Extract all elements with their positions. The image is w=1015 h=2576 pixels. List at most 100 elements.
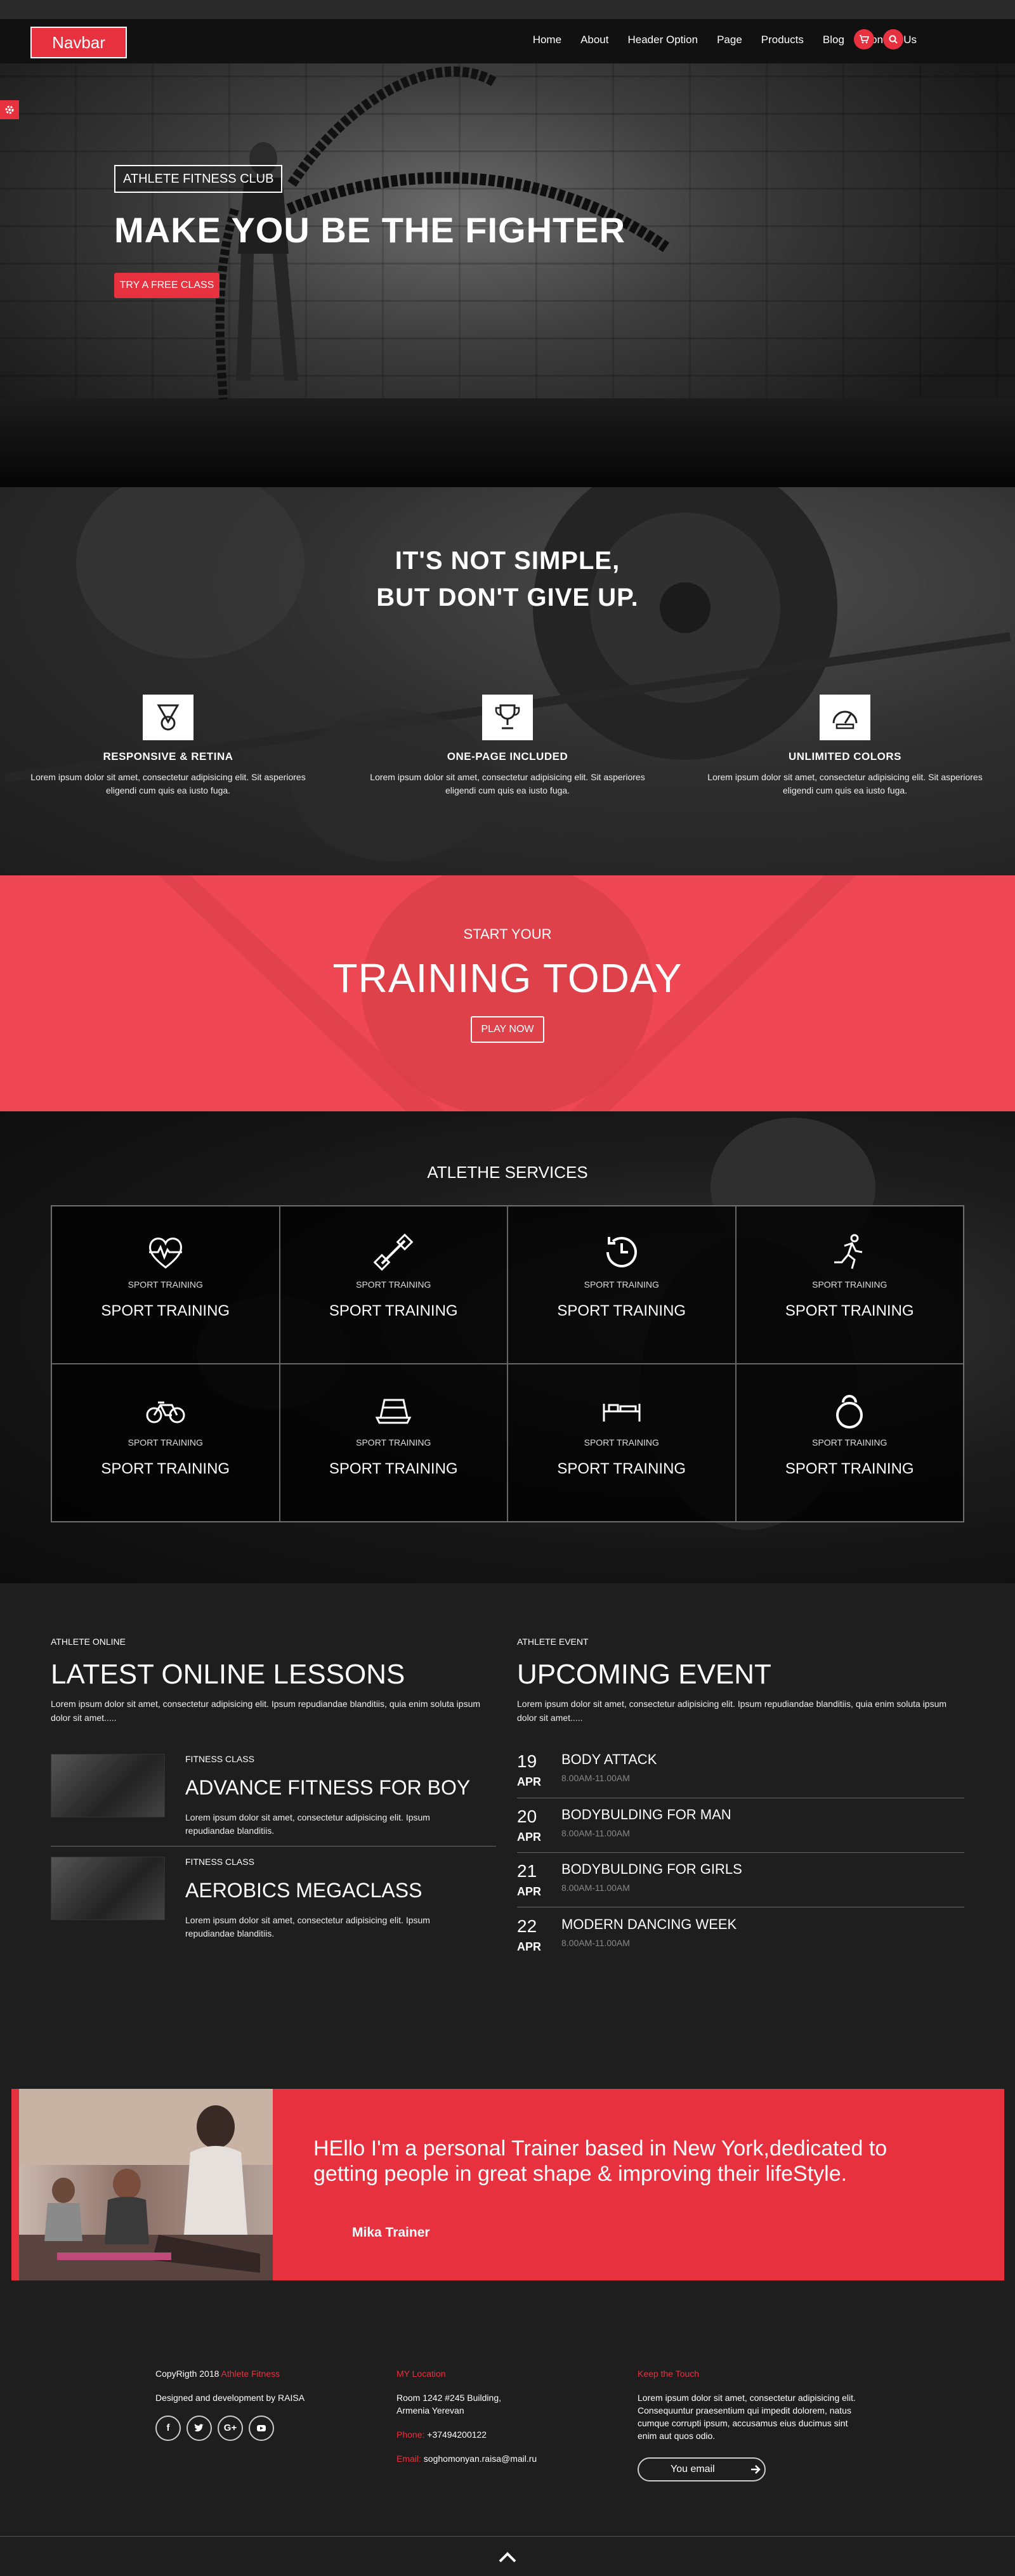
clock-24h-icon: [606, 1236, 637, 1267]
motivation-title-line1: IT'S NOT SIMPLE,: [395, 547, 620, 575]
service-card[interactable]: SPORT TRAINING SPORT TRAINING: [508, 1364, 736, 1522]
service-card[interactable]: SPORT TRAINING SPORT TRAINING: [51, 1206, 280, 1364]
event-item[interactable]: 19 APR BODY ATTACK 8.00AM-11.00AM: [517, 1741, 964, 1796]
lessons-label: ATHLETE ONLINE: [51, 1637, 126, 1647]
services-grid: SPORT TRAINING SPORT TRAINING SPORT TRAI…: [51, 1205, 964, 1522]
event-title[interactable]: BODY ATTACK: [561, 1751, 657, 1768]
page: Navbar Home About Header Option Page Pro…: [0, 0, 1015, 2576]
event-month: APR: [517, 1775, 542, 1788]
cart-icon: [860, 35, 869, 44]
service-card[interactable]: SPORT TRAINING SPORT TRAINING: [51, 1364, 280, 1522]
email-label: Email:: [396, 2454, 421, 2464]
event-time: 8.00AM-11.00AM: [561, 1828, 630, 1838]
cart-button[interactable]: [854, 29, 874, 49]
social-links: f G+: [155, 2416, 346, 2441]
footer-touch-column: Keep the Touch Lorem ipsum dolor sit ame…: [638, 2367, 866, 2442]
event-day: 21: [517, 1861, 537, 1881]
service-title: SPORT TRAINING: [101, 1302, 230, 1319]
lesson-category: FITNESS CLASS: [185, 1754, 254, 1764]
search-button[interactable]: [883, 29, 903, 49]
footer-developer: Designed and development by RAISA: [155, 2393, 305, 2403]
lesson-description: Lorem ipsum dolor sit amet, consectetur …: [185, 1812, 430, 1836]
feature-text: Lorem ipsum dolor sit amet, consectetur …: [30, 772, 306, 795]
phone-label: Phone:: [396, 2429, 425, 2440]
nav-blog[interactable]: Blog: [823, 34, 844, 46]
service-title: SPORT TRAINING: [785, 1460, 914, 1477]
copyright-brand[interactable]: Athlete Fitness: [221, 2369, 280, 2379]
events-description: Lorem ipsum dolor sit amet, consectetur …: [517, 1699, 947, 1723]
newsletter-email-input[interactable]: You email: [638, 2457, 766, 2481]
service-subtitle: SPORT TRAINING: [128, 1279, 203, 1290]
footer-phone: Phone: +37494200122: [396, 2428, 561, 2441]
cta-subtitle: START YOUR: [463, 926, 552, 942]
event-day: 20: [517, 1807, 537, 1826]
service-title: SPORT TRAINING: [557, 1302, 686, 1319]
event-item[interactable]: 20 APR BODYBULDING FOR MAN 8.00AM-11.00A…: [517, 1796, 964, 1851]
heartbeat-icon: [148, 1238, 182, 1269]
phone-number[interactable]: +37494200122: [427, 2429, 487, 2440]
hero-label: ATHLETE FITNESS CLUB: [114, 165, 283, 193]
nav-page[interactable]: Page: [717, 34, 742, 46]
brand-logo[interactable]: Navbar: [30, 27, 127, 58]
gear-icon: [5, 105, 14, 114]
feature-one-page: ONE-PAGE INCLUDED Lorem ipsum dolor sit …: [355, 695, 660, 797]
service-subtitle: SPORT TRAINING: [128, 1437, 203, 1448]
event-day: 19: [517, 1751, 537, 1771]
service-card[interactable]: SPORT TRAINING SPORT TRAINING: [508, 1206, 736, 1364]
event-title[interactable]: MODERN DANCING WEEK: [561, 1916, 737, 1933]
motivation-title-line2: BUT DON'T GIVE UP.: [376, 584, 639, 611]
event-item[interactable]: 22 APR MODERN DANCING WEEK 8.00AM-11.00A…: [517, 1906, 964, 1961]
play-now-button[interactable]: PLAY NOW: [471, 1016, 544, 1043]
trophy-icon: [495, 704, 520, 729]
service-title: SPORT TRAINING: [329, 1460, 458, 1477]
event-time: 8.00AM-11.00AM: [561, 1938, 630, 1948]
lesson-thumbnail[interactable]: [51, 1754, 165, 1817]
youtube-icon[interactable]: [249, 2416, 274, 2441]
nav-header-option[interactable]: Header Option: [628, 34, 698, 46]
speedometer-icon: [832, 710, 858, 729]
service-card[interactable]: SPORT TRAINING SPORT TRAINING: [735, 1206, 964, 1364]
address-line1: Room 1242 #245 Building,: [396, 2393, 502, 2403]
event-title[interactable]: BODYBULDING FOR MAN: [561, 1807, 731, 1823]
bench-icon: [603, 1404, 641, 1422]
feature-icon-box: [820, 695, 870, 740]
event-item[interactable]: 21 APR BODYBULDING FOR GIRLS 8.00AM-11.0…: [517, 1851, 964, 1906]
footer-divider: [0, 2536, 1015, 2537]
event-title[interactable]: BODYBULDING FOR GIRLS: [561, 1861, 742, 1878]
feature-icon-box: [143, 695, 193, 740]
nav-about[interactable]: About: [580, 34, 608, 46]
header: Navbar Home About Header Option Page Pro…: [0, 0, 1015, 63]
feature-title: RESPONSIVE & RETINA: [103, 750, 233, 762]
settings-toggle[interactable]: [0, 100, 19, 119]
service-card[interactable]: SPORT TRAINING SPORT TRAINING: [735, 1364, 964, 1522]
lesson-title[interactable]: AEROBICS MEGACLASS: [185, 1879, 422, 1902]
google-plus-icon[interactable]: G+: [218, 2416, 243, 2441]
nav-home[interactable]: Home: [533, 34, 561, 46]
medal-icon: [157, 704, 180, 731]
twitter-icon[interactable]: [187, 2416, 212, 2441]
event-month: APR: [517, 1831, 542, 1843]
service-card[interactable]: SPORT TRAINING SPORT TRAINING: [279, 1206, 508, 1364]
service-subtitle: SPORT TRAINING: [356, 1437, 431, 1448]
footer-copyright: CopyRigth 2018 Athlete Fitness: [155, 2367, 346, 2380]
arrow-right-icon[interactable]: [750, 2464, 761, 2475]
nav-products[interactable]: Products: [761, 34, 804, 46]
lesson-category: FITNESS CLASS: [185, 1857, 254, 1867]
feature-icon-box: [482, 695, 533, 740]
location-title: MY Location: [396, 2369, 446, 2379]
services-title: ATLETHE SERVICES: [427, 1163, 588, 1182]
email-address[interactable]: soghomonyan.raisa@mail.ru: [424, 2454, 537, 2464]
try-free-class-button[interactable]: TRY A FREE CLASS: [114, 273, 219, 298]
facebook-icon[interactable]: f: [155, 2416, 181, 2441]
scroll-to-top-icon[interactable]: [498, 2550, 517, 2565]
lessons-title: LATEST ONLINE LESSONS: [51, 1659, 405, 1690]
event-month: APR: [517, 1940, 542, 1953]
service-title: SPORT TRAINING: [329, 1302, 458, 1319]
search-icon: [889, 35, 898, 44]
service-card[interactable]: SPORT TRAINING SPORT TRAINING: [279, 1364, 508, 1522]
feature-title: ONE-PAGE INCLUDED: [447, 750, 568, 762]
lesson-title[interactable]: ADVANCE FITNESS FOR BOY: [185, 1776, 470, 1800]
feature-title: UNLIMITED COLORS: [789, 750, 901, 762]
lesson-thumbnail[interactable]: [51, 1857, 165, 1920]
lesson-divider: [51, 1846, 496, 1847]
